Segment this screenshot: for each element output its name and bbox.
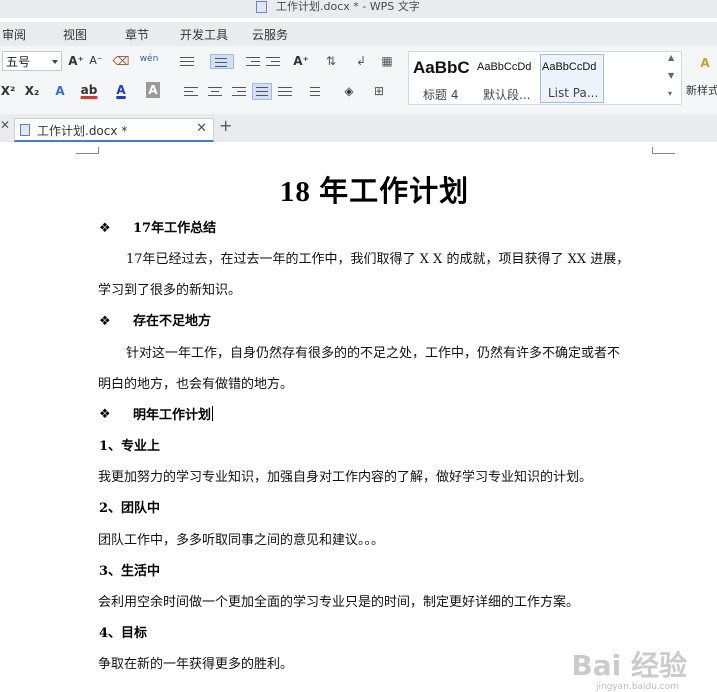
page-corner-mark-right — [652, 147, 675, 154]
subscript-button[interactable]: X₂ — [23, 82, 41, 100]
chevron-down-icon — [52, 60, 58, 64]
shortfall-paragraph-line2[interactable]: 明白的地方，也会有做错的地方。 — [98, 376, 293, 394]
shortfall-paragraph-line1[interactable]: 针对这一年工作，自身仍然存有很多的的不足之处，工作中，仍然有许多不确定或者不 — [126, 345, 620, 363]
borders-icon[interactable]: ⊞ — [370, 82, 388, 100]
summary-paragraph-line2[interactable]: 学习到了很多的新知识。 — [98, 282, 241, 300]
bullet-list-icon[interactable] — [180, 56, 194, 67]
section-heading-next-year-text: 明年工作计划 — [133, 408, 212, 423]
add-tab-icon[interactable]: + — [219, 116, 232, 136]
text-effect-button[interactable]: A — [52, 82, 68, 100]
paragraph-mark-icon[interactable]: ↲ — [352, 52, 370, 70]
superscript-button[interactable]: X² — [0, 82, 16, 100]
section-heading-next-year[interactable]: 明年工作计划 — [133, 406, 214, 425]
item-heading-life[interactable]: 3、生活中 — [99, 563, 160, 581]
item-heading-team[interactable]: 2、团队中 — [99, 500, 160, 518]
close-icon[interactable]: ✕ — [196, 121, 207, 136]
item-text-goal[interactable]: 争取在新的一年获得更多的胜利。 — [98, 656, 293, 674]
styles-gallery: AaBbC 标题 4 AaBbCcDd 默认段... AaBbCcDd List… — [408, 51, 682, 105]
title-bar: 工作计划.docx * - WPS 文字 — [0, 0, 717, 18]
phonetic-guide-button[interactable]: wén — [138, 50, 160, 68]
baidu-jingyan-watermark: Bai 经验 — [571, 649, 687, 682]
menu-chapter[interactable]: 章节 — [125, 28, 149, 42]
section-heading-shortfalls[interactable]: 存在不足地方 — [133, 313, 211, 331]
style-sample-list-paragraph[interactable]: AaBbCcDd — [542, 61, 596, 73]
new-style-label[interactable]: 新样式 — [686, 82, 717, 100]
section-heading-summary[interactable]: 17年工作总结 — [133, 220, 216, 238]
sort-icon[interactable]: ⇅ — [322, 52, 340, 70]
align-center-icon[interactable] — [208, 86, 222, 97]
ribbon-toolbar: 五号 A⁺ A⁻ ⌫ wén X² X₂ A ab A A A⁺ ⇅ ↲ ▦ ◈ — [0, 46, 717, 115]
menu-developer-tools[interactable]: 开发工具 — [180, 28, 228, 42]
align-left-icon[interactable] — [184, 86, 198, 97]
style-name-default: 默认段... — [483, 88, 531, 102]
summary-paragraph-line1[interactable]: 17年已经过去，在过去一年的工作中，我们取得了 X X 的成就，项目获得了 XX… — [126, 251, 629, 269]
document-file-icon — [256, 1, 267, 13]
menu-bar: 审阅 视图 章节 开发工具 云服务 — [0, 22, 717, 46]
style-name-list-paragraph: List Pa... — [548, 86, 599, 100]
bullet-diamond-icon: ❖ — [99, 314, 111, 329]
menu-cloud-service[interactable]: 云服务 — [252, 28, 288, 42]
item-heading-professional[interactable]: 1、专业上 — [99, 438, 160, 456]
font-size-value: 五号 — [6, 55, 31, 69]
window-title: 工作计划.docx * - WPS 文字 — [276, 0, 420, 13]
expand-gallery-icon[interactable]: ▾ — [668, 89, 672, 98]
new-style-icon[interactable]: A — [694, 54, 716, 72]
close-icon[interactable]: ✕ — [0, 118, 10, 132]
item-text-team[interactable]: 团队工作中，多多听取同事之间的意见和建议。。。 — [98, 532, 384, 550]
style-name-heading4: 标题 4 — [423, 88, 459, 102]
text-cursor — [212, 406, 214, 421]
shrink-font-button[interactable]: A⁻ — [88, 52, 104, 70]
clear-format-icon[interactable]: ⌫ — [112, 52, 130, 70]
numbered-list-icon[interactable] — [210, 54, 234, 69]
highlight-button[interactable]: ab — [80, 81, 98, 99]
item-text-life[interactable]: 会利用空余时间做一个更加全面的学习专业只是的时间，制定更好详细的工作方案。 — [98, 594, 579, 612]
page-corner-mark-left — [76, 147, 99, 154]
change-case-button[interactable]: A⁺ — [290, 52, 312, 70]
style-sample-default[interactable]: AaBbCcDd — [477, 61, 531, 73]
document-tab-bar: 工作计划.docx * ✕ — [0, 114, 717, 143]
document-title[interactable]: 18 年工作计划 — [0, 172, 717, 212]
line-spacing-icon[interactable] — [306, 86, 320, 97]
item-text-professional[interactable]: 我更加努力的学习专业知识，加强自身对工作内容的了解，做好学习专业知识的计划。 — [98, 469, 592, 487]
decrease-indent-icon[interactable] — [246, 56, 260, 67]
increase-indent-icon[interactable] — [266, 56, 280, 67]
bullet-diamond-icon: ❖ — [99, 407, 111, 422]
align-right-icon[interactable] — [232, 86, 246, 97]
font-color-button[interactable]: A — [114, 81, 128, 99]
bullet-diamond-icon: ❖ — [99, 221, 111, 236]
tab-work-plan[interactable]: 工作计划.docx * ✕ — [14, 118, 214, 142]
grow-font-button[interactable]: A⁺ — [68, 52, 84, 70]
word-file-icon — [20, 124, 30, 136]
style-sample-heading4[interactable]: AaBbC — [413, 58, 470, 78]
menu-review[interactable]: 审阅 — [2, 28, 26, 42]
tab-label: 工作计划.docx * — [37, 124, 128, 138]
table-grid-icon[interactable]: ▦ — [378, 52, 396, 70]
justify-icon[interactable] — [252, 83, 272, 100]
character-shading-button[interactable]: A — [146, 82, 160, 98]
chevron-up-icon[interactable]: ▲ — [668, 53, 674, 62]
menu-view[interactable]: 视图 — [63, 28, 87, 42]
item-heading-goal[interactable]: 4、目标 — [99, 625, 147, 643]
chevron-down-icon[interactable]: ▼ — [668, 71, 674, 80]
distributed-align-icon[interactable] — [278, 86, 292, 97]
font-size-select[interactable]: 五号 — [2, 51, 62, 71]
watermark-url: jingyan.baidu.com — [595, 682, 679, 692]
paragraph-shading-icon[interactable]: ◈ — [340, 82, 358, 100]
